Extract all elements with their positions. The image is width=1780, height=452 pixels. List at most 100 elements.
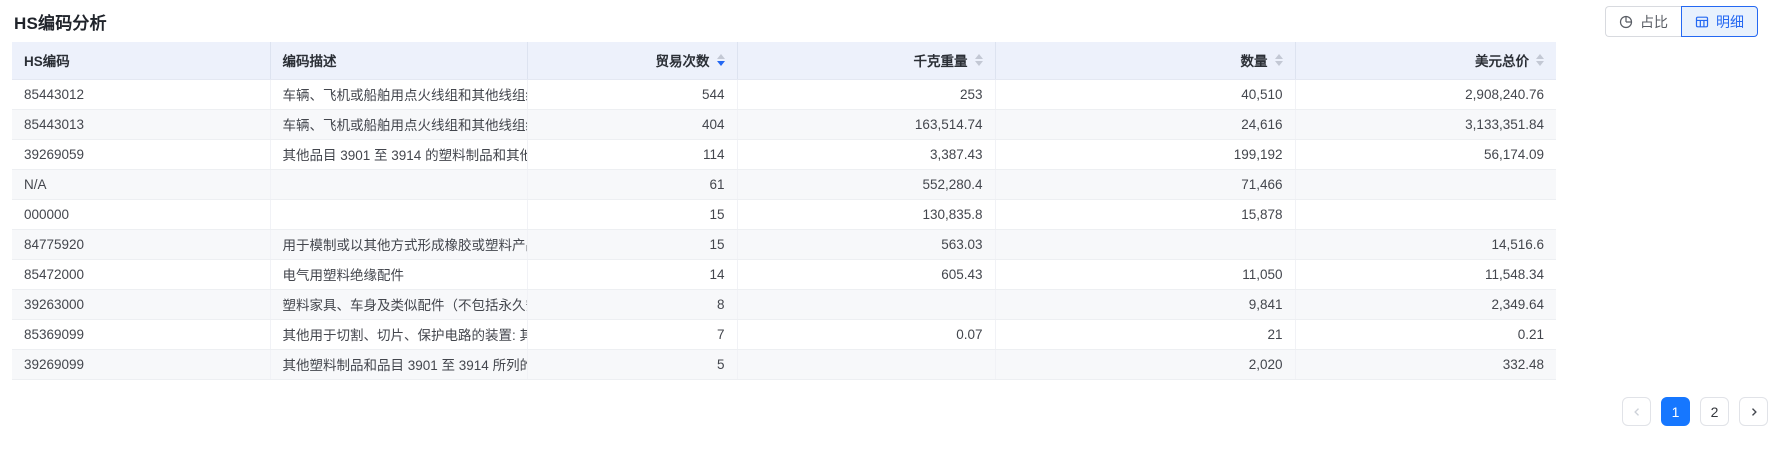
cell-description <box>270 199 527 229</box>
cell-usd-total <box>1295 169 1556 199</box>
cell-quantity: 24,616 <box>995 109 1295 139</box>
proportion-view-button[interactable]: 占比 <box>1605 6 1681 37</box>
cell-usd-total: 2,349.64 <box>1295 289 1556 319</box>
topbar: HS编码分析 占比 明细 <box>0 0 1780 38</box>
cell-hs-code: 84775920 <box>12 229 270 259</box>
detail-view-label: 明细 <box>1716 15 1744 29</box>
cell-trade-count: 114 <box>527 139 737 169</box>
table-row: N/A 61 552,280.4 71,466 <box>12 169 1556 199</box>
column-header-trade-count[interactable]: 贸易次数 <box>527 42 737 79</box>
table-row: 85369099 其他用于切割、切片、保护电路的装置: 其他... 7 0.07… <box>12 319 1556 349</box>
cell-trade-count: 7 <box>527 319 737 349</box>
view-toggle-group: 占比 明细 <box>1605 6 1758 37</box>
cell-hs-code: 85443013 <box>12 109 270 139</box>
prev-page-button[interactable] <box>1622 397 1651 426</box>
cell-hs-code: 85369099 <box>12 319 270 349</box>
table-row: 85443012 车辆、飞机或船舶用点火线组和其他线组绝缘... 544 253… <box>12 79 1556 109</box>
detail-view-button[interactable]: 明细 <box>1681 6 1758 37</box>
table-row: 84775920 用于模制或以其他方式形成橡胶或塑料产品的... 15 563.… <box>12 229 1556 259</box>
cell-quantity: 11,050 <box>995 259 1295 289</box>
page-title: HS编码分析 <box>14 6 107 34</box>
cell-kg-weight: 552,280.4 <box>737 169 995 199</box>
cell-kg-weight: 563.03 <box>737 229 995 259</box>
cell-description: 其他塑料制品和品目 3901 至 3914 所列的其... <box>270 349 527 379</box>
proportion-view-label: 占比 <box>1640 15 1668 29</box>
page-button-1[interactable]: 1 <box>1661 397 1690 426</box>
cell-trade-count: 15 <box>527 229 737 259</box>
table-header-row: HS编码 编码描述 贸易次数 千克重量 <box>12 42 1556 79</box>
cell-trade-count: 61 <box>527 169 737 199</box>
cell-kg-weight <box>737 289 995 319</box>
cell-kg-weight: 130,835.8 <box>737 199 995 229</box>
cell-description: 用于模制或以其他方式形成橡胶或塑料产品的... <box>270 229 527 259</box>
cell-trade-count: 544 <box>527 79 737 109</box>
cell-description: 电气用塑料绝缘配件 <box>270 259 527 289</box>
column-label: 编码描述 <box>283 50 337 70</box>
sort-carets-icon[interactable] <box>975 54 983 66</box>
cell-description <box>270 169 527 199</box>
cell-usd-total: 2,908,240.76 <box>1295 79 1556 109</box>
cell-trade-count: 5 <box>527 349 737 379</box>
chevron-right-icon <box>1748 406 1760 418</box>
cell-hs-code: 39269059 <box>12 139 270 169</box>
cell-usd-total: 0.21 <box>1295 319 1556 349</box>
column-label: 数量 <box>1241 50 1268 70</box>
cell-kg-weight: 3,387.43 <box>737 139 995 169</box>
table-row: 85443013 车辆、飞机或船舶用点火线组和其他线组绝缘... 404 163… <box>12 109 1556 139</box>
sort-carets-icon[interactable] <box>1275 54 1283 66</box>
column-header-kg-weight[interactable]: 千克重量 <box>737 42 995 79</box>
chevron-left-icon <box>1631 406 1643 418</box>
page-button-2[interactable]: 2 <box>1700 397 1729 426</box>
cell-usd-total <box>1295 199 1556 229</box>
cell-kg-weight <box>737 349 995 379</box>
cell-hs-code: N/A <box>12 169 270 199</box>
cell-hs-code: 39269099 <box>12 349 270 379</box>
cell-kg-weight: 163,514.74 <box>737 109 995 139</box>
cell-trade-count: 15 <box>527 199 737 229</box>
cell-hs-code: 000000 <box>12 199 270 229</box>
column-header-description: 编码描述 <box>270 42 527 79</box>
table-row: 000000 15 130,835.8 15,878 <box>12 199 1556 229</box>
table-row: 85472000 电气用塑料绝缘配件 14 605.43 11,050 11,5… <box>12 259 1556 289</box>
cell-hs-code: 39263000 <box>12 289 270 319</box>
column-label: HS编码 <box>24 50 70 70</box>
cell-trade-count: 8 <box>527 289 737 319</box>
cell-kg-weight: 605.43 <box>737 259 995 289</box>
table-row: 39269099 其他塑料制品和品目 3901 至 3914 所列的其... 5… <box>12 349 1556 379</box>
cell-hs-code: 85443012 <box>12 79 270 109</box>
cell-quantity: 2,020 <box>995 349 1295 379</box>
cell-description: 塑料家具、车身及类似配件（不包括永久安装... <box>270 289 527 319</box>
column-header-hs-code: HS编码 <box>12 42 270 79</box>
cell-usd-total: 56,174.09 <box>1295 139 1556 169</box>
hs-code-analysis-panel: HS编码分析 占比 明细 <box>0 0 1780 452</box>
table-row: 39269059 其他品目 3901 至 3914 的塑料制品和其他材... 1… <box>12 139 1556 169</box>
cell-kg-weight: 253 <box>737 79 995 109</box>
cell-trade-count: 14 <box>527 259 737 289</box>
cell-description: 车辆、飞机或船舶用点火线组和其他线组绝缘... <box>270 109 527 139</box>
cell-description: 其他品目 3901 至 3914 的塑料制品和其他材... <box>270 139 527 169</box>
next-page-button[interactable] <box>1739 397 1768 426</box>
cell-description: 其他用于切割、切片、保护电路的装置: 其他... <box>270 319 527 349</box>
table-row: 39263000 塑料家具、车身及类似配件（不包括永久安装... 8 9,841… <box>12 289 1556 319</box>
cell-usd-total: 11,548.34 <box>1295 259 1556 289</box>
sort-carets-icon[interactable] <box>717 54 725 66</box>
column-label: 贸易次数 <box>656 50 710 70</box>
cell-quantity: 40,510 <box>995 79 1295 109</box>
column-header-quantity[interactable]: 数量 <box>995 42 1295 79</box>
cell-quantity: 199,192 <box>995 139 1295 169</box>
sort-carets-icon[interactable] <box>1536 54 1544 66</box>
cell-description: 车辆、飞机或船舶用点火线组和其他线组绝缘... <box>270 79 527 109</box>
cell-trade-count: 404 <box>527 109 737 139</box>
cell-kg-weight: 0.07 <box>737 319 995 349</box>
column-header-usd-total[interactable]: 美元总价 <box>1295 42 1556 79</box>
cell-quantity: 71,466 <box>995 169 1295 199</box>
hs-code-table: HS编码 编码描述 贸易次数 千克重量 <box>12 42 1556 380</box>
cell-quantity: 15,878 <box>995 199 1295 229</box>
cell-hs-code: 85472000 <box>12 259 270 289</box>
cell-quantity: 21 <box>995 319 1295 349</box>
column-label: 千克重量 <box>914 50 968 70</box>
pie-chart-icon <box>1619 15 1633 29</box>
cell-usd-total: 3,133,351.84 <box>1295 109 1556 139</box>
cell-quantity: 9,841 <box>995 289 1295 319</box>
cell-quantity <box>995 229 1295 259</box>
